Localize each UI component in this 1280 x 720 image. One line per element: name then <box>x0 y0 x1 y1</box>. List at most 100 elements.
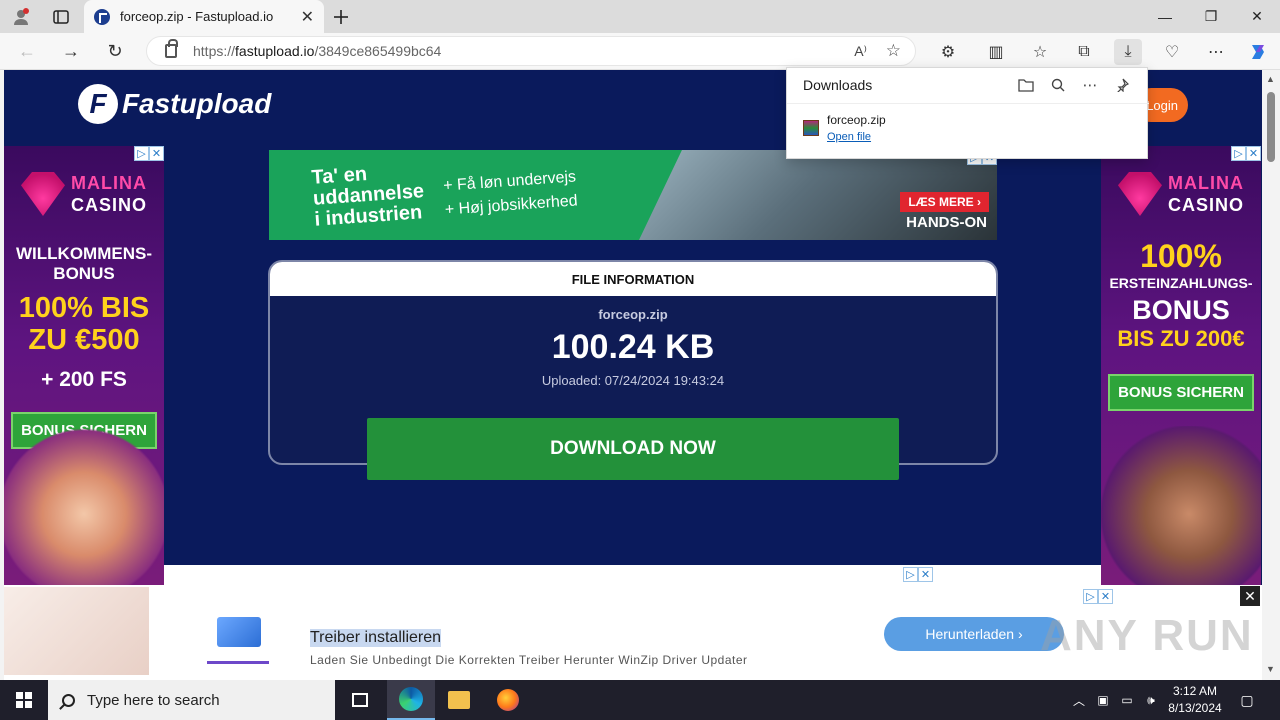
ad-info-icon[interactable]: ▷ <box>1231 146 1246 161</box>
scroll-down-icon[interactable]: ▼ <box>1266 664 1275 674</box>
task-view-button[interactable] <box>336 680 384 720</box>
clock-date: 8/13/2024 <box>1168 701 1222 715</box>
refresh-button[interactable]: ↻ <box>102 39 128 63</box>
casino-logo: MALINA CASINO <box>1101 172 1261 216</box>
casino-logo: MALINA CASINO <box>4 172 164 216</box>
fastupload-favicon-icon <box>94 8 110 25</box>
settings-more-icon[interactable]: ⋯ <box>1202 39 1230 65</box>
taskbar-file-explorer[interactable] <box>435 680 483 720</box>
show-hidden-icons[interactable]: ︿ <box>1068 680 1090 720</box>
left-casino-ad[interactable]: ▷ ✕ MALINA CASINO WILLKOMMENS- BONUS 100% … <box>4 146 164 586</box>
ad-line-2: ERSTEINZAHLUNGS- <box>1109 275 1253 291</box>
address-bar[interactable]: https://fastupload.io/3849ce865499bc64 A… <box>146 36 916 66</box>
close-window-icon[interactable]: ✕ <box>1234 0 1280 33</box>
ad-line-4: ZU €500 <box>28 324 140 356</box>
tab-actions-icon[interactable] <box>50 6 72 28</box>
favorites-icon[interactable]: ☆ <box>1026 39 1054 65</box>
pin-icon[interactable] <box>1109 74 1135 96</box>
volume-icon[interactable]: 🕪 <box>1140 680 1162 720</box>
download-now-button[interactable]: DOWNLOAD NOW <box>367 418 899 480</box>
open-folder-icon[interactable] <box>1013 74 1039 96</box>
close-ad-icon[interactable]: ✕ <box>1240 586 1260 606</box>
file-size: 100.24 KB <box>551 328 715 366</box>
ad-title[interactable]: Treiber installieren <box>310 629 442 647</box>
ad-close-icon[interactable]: ✕ <box>149 146 164 161</box>
ad-line-3: 100% BIS <box>18 292 150 324</box>
lock-icon[interactable] <box>165 39 178 58</box>
edge-icon <box>399 687 423 711</box>
browser-essentials-icon[interactable]: ♡ <box>1158 39 1186 65</box>
ad-strip: ▷ ✕ <box>164 565 1101 585</box>
ad-choices[interactable]: ▷✕ <box>1083 589 1113 604</box>
search-downloads-icon[interactable] <box>1045 74 1071 96</box>
ad-close-icon[interactable]: ✕ <box>1098 589 1113 604</box>
bottom-driver-ad[interactable]: Treiber installieren Laden Sie Unbedingt… <box>4 585 1262 680</box>
downloads-panel: Downloads ⋯ forceop.zip Open file <box>786 67 1149 159</box>
extensions-icon[interactable]: ⚙ <box>934 39 962 65</box>
ad-info-icon[interactable]: ▷ <box>1083 589 1098 604</box>
tab-title: forceop.zip - Fastupload.io <box>120 9 274 24</box>
right-casino-ad[interactable]: ▷ ✕ MALINA CASINO 100% ERSTEINZAHLUNGS- BO… <box>1101 146 1261 586</box>
downloaded-file-name[interactable]: forceop.zip <box>827 113 886 127</box>
more-options-icon[interactable]: ⋯ <box>1077 74 1103 96</box>
upload-date: Uploaded: 07/24/2024 19:43:24 <box>541 373 725 388</box>
banner-bullets: + Få løn undervejs + Høj jobsikkerhed <box>442 165 578 222</box>
ad-line-1: 100% <box>1140 238 1222 274</box>
file-name: forceop.zip <box>598 307 668 322</box>
ad-info-icon[interactable]: ▷ <box>903 567 918 582</box>
ad-subtitle: Laden Sie Unbedingt Die Korrekten Treibe… <box>310 653 748 667</box>
ad-line-1: WILLKOMMENS- <box>16 244 152 263</box>
ad-info-icon[interactable]: ▷ <box>134 146 149 161</box>
fastupload-logo[interactable]: F Fastupload <box>78 84 271 124</box>
scroll-up-icon[interactable]: ▲ <box>1266 74 1275 84</box>
tab-bar: forceop.zip - Fastupload.io ✕ — ❐ ✕ <box>0 0 1280 33</box>
network-icon[interactable]: ▭ <box>1116 680 1138 720</box>
new-tab-button[interactable] <box>330 6 352 28</box>
taskbar-search[interactable]: Type here to search <box>48 680 335 720</box>
collections-icon[interactable]: ⧉ <box>1070 39 1098 65</box>
downloads-title: Downloads <box>803 77 873 93</box>
copilot-icon[interactable] <box>1244 39 1272 65</box>
favorite-star-icon[interactable]: ☆ <box>886 41 901 61</box>
tab-close-icon[interactable]: ✕ <box>301 7 314 27</box>
device-icon[interactable]: ▣ <box>1092 680 1114 720</box>
logo-text: Fastupload <box>122 88 272 119</box>
ad-choices[interactable]: ▷✕ <box>1231 146 1261 161</box>
profile-icon[interactable] <box>10 6 32 28</box>
page-scrollbar[interactable]: ▲ ▼ <box>1262 70 1280 680</box>
ad-choices[interactable]: ▷✕ <box>903 567 933 582</box>
casino-brand-bottom: CASINO <box>70 195 147 215</box>
casino-brand-top: MALINA <box>70 173 147 193</box>
search-placeholder: Type here to search <box>87 691 220 709</box>
ad-close-icon[interactable]: ✕ <box>918 567 933 582</box>
downloads-icon[interactable]: ⤓ <box>1114 39 1142 65</box>
anyrun-watermark: ANY RUN <box>1040 611 1254 660</box>
raspberry-icon <box>20 172 65 216</box>
split-screen-icon[interactable]: ▥ <box>982 39 1010 65</box>
top-banner-ad[interactable]: Ta' en uddannelse i industrien + Få løn … <box>269 150 997 240</box>
folder-icon <box>448 691 470 709</box>
icon-underline <box>207 661 269 664</box>
open-file-link[interactable]: Open file <box>827 131 871 143</box>
taskbar-edge[interactable] <box>387 680 435 720</box>
restore-icon[interactable]: ❐ <box>1188 0 1234 33</box>
ad-fruit-image <box>4 587 149 675</box>
ad-line-4: BIS ZU 200€ <box>1117 326 1245 351</box>
ad-line-3: BONUS <box>1132 295 1230 325</box>
bonus-button[interactable]: BONUS SICHERN <box>1108 374 1254 411</box>
taskbar-firefox[interactable] <box>484 680 532 720</box>
ad-person-image <box>4 426 164 586</box>
scroll-thumb[interactable] <box>1267 92 1275 162</box>
banner-cta[interactable]: LÆS MERE › <box>900 192 989 212</box>
start-button[interactable] <box>0 680 48 720</box>
download-ad-button[interactable]: Herunterladen › <box>884 617 1064 651</box>
ad-close-icon[interactable]: ✕ <box>1246 146 1261 161</box>
forward-button[interactable]: → <box>58 39 84 63</box>
minimize-icon[interactable]: — <box>1142 0 1188 33</box>
read-aloud-icon[interactable]: A⁾ <box>854 43 867 60</box>
back-button[interactable]: ← <box>14 39 40 63</box>
notifications-icon[interactable]: ▢ <box>1232 680 1262 720</box>
system-clock[interactable]: 3:12 AM 8/13/2024 <box>1160 683 1230 717</box>
tab-active[interactable]: forceop.zip - Fastupload.io ✕ <box>84 0 324 33</box>
ad-choices[interactable]: ▷✕ <box>134 146 164 161</box>
